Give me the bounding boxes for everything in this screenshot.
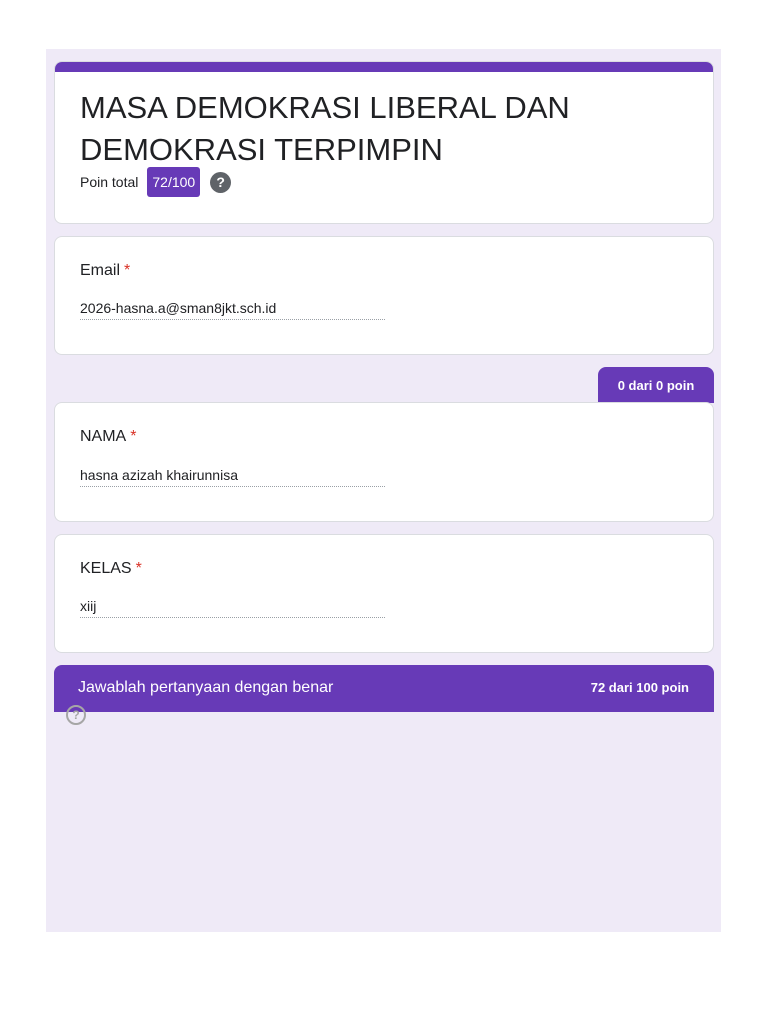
section-points: 72 dari 100 poin — [590, 680, 689, 695]
score-label: Poin total — [80, 174, 139, 190]
help-icon[interactable]: ? — [210, 171, 232, 193]
section-help-icon[interactable]: ? — [66, 705, 86, 725]
accent-bar — [55, 62, 713, 72]
question-title: Email — [80, 262, 121, 279]
question-card-kelas: KELAS * xiij — [54, 534, 714, 653]
question-label-email: Email * — [80, 262, 130, 280]
section-title: Jawablah pertanyaan dengan benar — [78, 679, 334, 696]
answer-email: 2026-hasna.a@sman8jkt.sch.id — [80, 300, 385, 320]
form-title: MASA DEMOKRASI LIBERAL DAN DEMOKRASI TER… — [80, 90, 570, 167]
question-card-nama: NAMA * hasna azizah khairunnisa — [54, 402, 714, 522]
score-badge: 72/100 — [147, 167, 201, 197]
required-marker: * — [130, 428, 137, 445]
form-header-card: MASA DEMOKRASI LIBERAL DAN DEMOKRASI TER… — [54, 61, 714, 224]
question-title: NAMA — [80, 428, 127, 445]
required-marker: * — [135, 560, 142, 577]
question-label-kelas: KELAS * — [80, 560, 142, 578]
answer-kelas: xiij — [80, 598, 385, 618]
score-row: Poin total 72/100 ? — [80, 167, 232, 197]
answer-nama: hasna azizah khairunnisa — [80, 467, 385, 487]
question-label-nama: NAMA * — [80, 428, 136, 446]
section-header: Jawablah pertanyaan dengan benar 72 dari… — [54, 665, 714, 712]
question-card-email: Email * 2026-hasna.a@sman8jkt.sch.id — [54, 236, 714, 355]
question-title: KELAS — [80, 560, 132, 577]
required-marker: * — [124, 262, 131, 279]
points-badge-nama: 0 dari 0 poin — [598, 367, 714, 403]
